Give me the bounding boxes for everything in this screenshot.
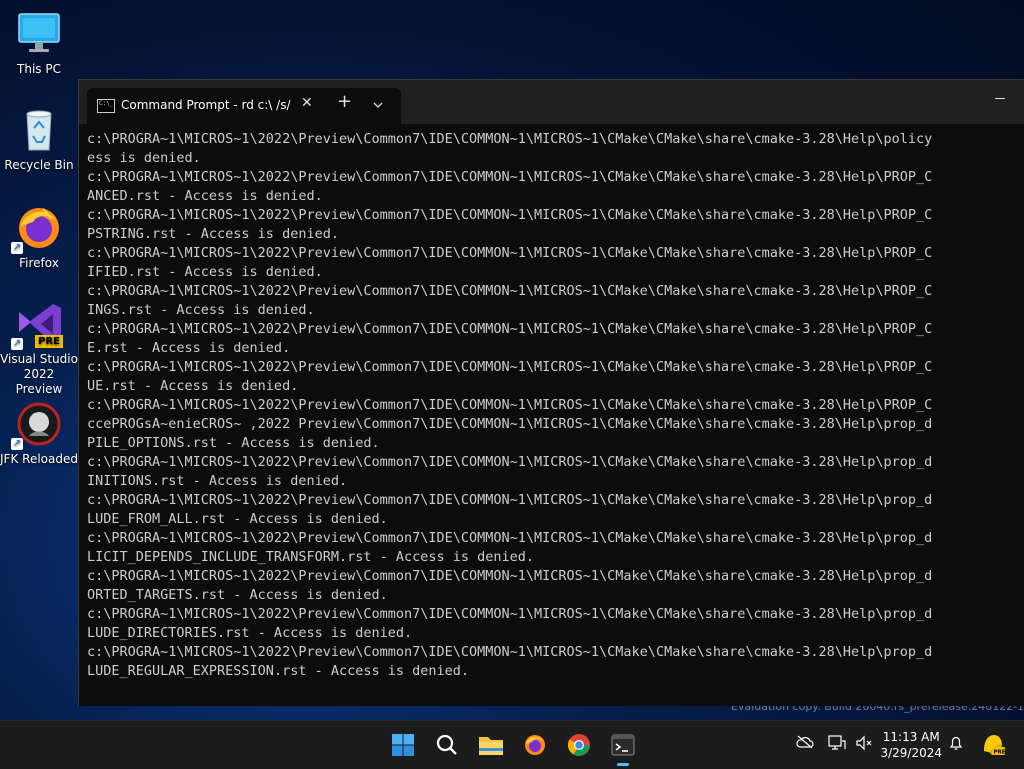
clock[interactable]: 11:13 AM 3/29/2024 xyxy=(880,729,942,761)
console-line: c:\PROGRA~1\MICROS~1\2022\Preview\Common… xyxy=(87,568,933,584)
desktop-icon-label: Recycle Bin xyxy=(4,158,74,172)
console-line: ccePROGsA~enieCROS~ ,2022 Preview\Common… xyxy=(87,416,933,432)
shortcut-arrow-icon: ↗ xyxy=(11,438,23,450)
taskbar: 11:13 AM 3/29/2024 PRE xyxy=(0,720,1024,769)
console-line: LUDE_REGULAR_EXPRESSION.rst - Access is … xyxy=(87,663,470,679)
console-line: UE.rst - Access is denied. xyxy=(87,378,299,394)
new-tab-button[interactable]: + xyxy=(337,93,352,111)
console-line: c:\PROGRA~1\MICROS~1\2022\Preview\Common… xyxy=(87,454,933,470)
start-icon[interactable] xyxy=(387,729,419,761)
console-line: ORTED_TARGETS.rst - Access is denied. xyxy=(87,587,388,603)
console-line: ess is denied. xyxy=(87,150,201,166)
tab-title: Command Prompt - rd c:\ /s/ xyxy=(121,98,291,112)
recycle-bin-icon xyxy=(15,106,63,154)
firefox-icon[interactable] xyxy=(519,729,551,761)
network-icon[interactable] xyxy=(828,735,846,755)
visual-studio-icon: PRE ↗ xyxy=(11,300,63,350)
desktop-icon-label: JFK Reloaded xyxy=(0,452,78,466)
console-line: c:\PROGRA~1\MICROS~1\2022\Preview\Common… xyxy=(87,397,933,413)
console-line: LUDE_FROM_ALL.rst - Access is denied. xyxy=(87,511,388,527)
command-prompt-icon: C:\_ xyxy=(97,99,115,113)
console-line: c:\PROGRA~1\MICROS~1\2022\Preview\Common… xyxy=(87,207,933,223)
console-line: PILE_OPTIONS.rst - Access is denied. xyxy=(87,435,380,451)
copilot-pre-icon[interactable]: PRE xyxy=(980,731,1006,761)
desktop-icon-jfk-reloaded[interactable]: ↗ JFK Reloaded xyxy=(0,400,78,467)
cloud-offline-icon[interactable] xyxy=(796,735,814,753)
monitor-icon xyxy=(15,10,63,58)
desktop-icon-this-pc[interactable]: This PC xyxy=(0,10,78,77)
desktop-icon-label: This PC xyxy=(17,62,61,76)
volume-muted-icon[interactable] xyxy=(855,735,873,755)
desktop-icon-label-line1: Visual Studio xyxy=(0,352,78,366)
terminal-window[interactable]: C:\_ Command Prompt - rd c:\ /s/ ✕ + c:\… xyxy=(78,79,1024,706)
console-line: E.rst - Access is denied. xyxy=(87,340,291,356)
console-line: LUDE_DIRECTORIES.rst - Access is denied. xyxy=(87,625,413,641)
console-line: c:\PROGRA~1\MICROS~1\2022\Preview\Common… xyxy=(87,169,933,185)
console-line: IFIED.rst - Access is denied. xyxy=(87,264,323,280)
shortcut-arrow-icon: ↗ xyxy=(11,338,23,350)
console-line: INGS.rst - Access is denied. xyxy=(87,302,315,318)
svg-text:PRE: PRE xyxy=(994,750,1006,756)
console-line: ANCED.rst - Access is denied. xyxy=(87,188,323,204)
search-icon[interactable] xyxy=(431,729,463,761)
desktop-icon-firefox[interactable]: ↗ Firefox xyxy=(0,204,78,271)
desktop-icon-label-line2: 2022 Preview xyxy=(15,367,63,396)
desktop-icon-visual-studio[interactable]: PRE ↗ Visual Studio 2022 Preview xyxy=(0,300,78,397)
console-line: LICIT_DEPENDS_INCLUDE_TRANSFORM.rst - Ac… xyxy=(87,549,535,565)
console-line: c:\PROGRA~1\MICROS~1\2022\Preview\Common… xyxy=(87,644,933,660)
pre-badge: PRE xyxy=(35,335,63,348)
shortcut-arrow-icon: ↗ xyxy=(11,242,23,254)
console-line: INITIONS.rst - Access is denied. xyxy=(87,473,348,489)
terminal-titlebar[interactable]: C:\_ Command Prompt - rd c:\ /s/ ✕ + xyxy=(79,80,1024,124)
clock-date: 3/29/2024 xyxy=(880,746,942,760)
console-line: PSTRING.rst - Access is denied. xyxy=(87,226,339,242)
terminal-icon[interactable] xyxy=(607,729,639,766)
console-line: c:\PROGRA~1\MICROS~1\2022\Preview\Common… xyxy=(87,131,933,147)
console-line: c:\PROGRA~1\MICROS~1\2022\Preview\Common… xyxy=(87,492,933,508)
console-line: c:\PROGRA~1\MICROS~1\2022\Preview\Common… xyxy=(87,359,933,375)
jfk-reloaded-icon: ↗ xyxy=(11,400,63,450)
chevron-down-icon[interactable] xyxy=(372,96,384,108)
desktop-icon-recycle-bin[interactable]: Recycle Bin xyxy=(0,106,78,173)
notification-bell-icon[interactable] xyxy=(948,735,964,755)
console-output[interactable]: c:\PROGRA~1\MICROS~1\2022\Preview\Common… xyxy=(87,130,1024,706)
console-line: c:\PROGRA~1\MICROS~1\2022\Preview\Common… xyxy=(87,245,933,261)
file-explorer-icon[interactable] xyxy=(475,729,507,761)
close-tab-icon[interactable]: ✕ xyxy=(301,95,313,111)
firefox-icon: ↗ xyxy=(11,204,63,254)
tab-command-prompt[interactable]: C:\_ Command Prompt - rd c:\ /s/ ✕ xyxy=(87,88,401,124)
chrome-icon[interactable] xyxy=(563,729,595,761)
console-line: c:\PROGRA~1\MICROS~1\2022\Preview\Common… xyxy=(87,321,933,337)
minimize-button[interactable] xyxy=(995,98,1005,99)
desktop-icon-label: Firefox xyxy=(19,256,59,270)
console-line: c:\PROGRA~1\MICROS~1\2022\Preview\Common… xyxy=(87,283,933,299)
console-line: c:\PROGRA~1\MICROS~1\2022\Preview\Common… xyxy=(87,530,933,546)
console-line: c:\PROGRA~1\MICROS~1\2022\Preview\Common… xyxy=(87,606,933,622)
clock-time: 11:13 AM xyxy=(882,730,940,744)
